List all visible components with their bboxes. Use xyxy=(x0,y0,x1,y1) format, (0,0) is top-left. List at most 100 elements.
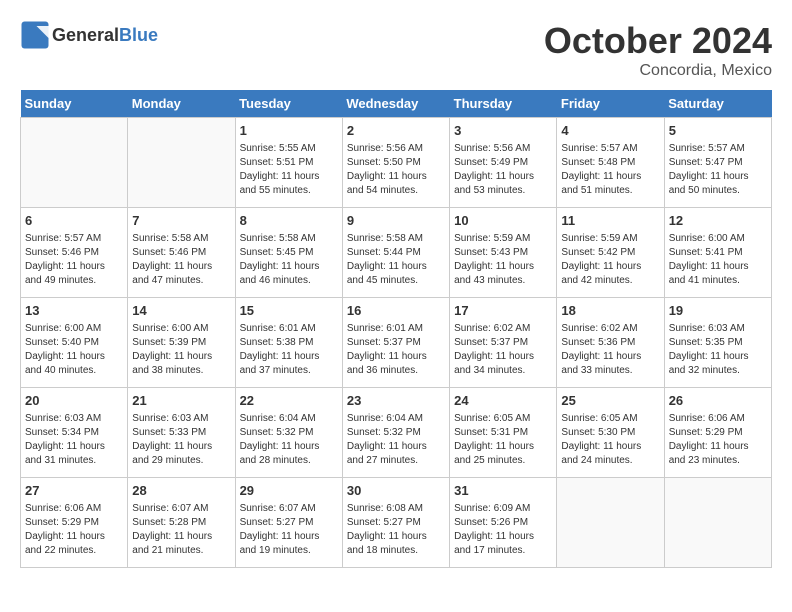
day-number: 3 xyxy=(454,122,552,140)
day-info: Sunrise: 6:00 AM Sunset: 5:40 PM Dayligh… xyxy=(25,322,123,378)
day-number: 17 xyxy=(454,302,552,320)
day-info: Sunrise: 5:58 AM Sunset: 5:45 PM Dayligh… xyxy=(240,232,338,288)
calendar-cell: 2Sunrise: 5:56 AM Sunset: 5:50 PM Daylig… xyxy=(342,118,449,208)
weekday-header: Friday xyxy=(557,90,664,118)
calendar-week-row: 1 Sunrise: 5:55 AM Sunset: 5:51 PM Daylig… xyxy=(21,118,772,208)
weekday-header: Tuesday xyxy=(235,90,342,118)
calendar-cell: 27Sunrise: 6:06 AM Sunset: 5:29 PM Dayli… xyxy=(21,478,128,568)
day-number: 7 xyxy=(132,212,230,230)
day-number: 4 xyxy=(561,122,659,140)
day-info: Sunrise: 5:59 AM Sunset: 5:42 PM Dayligh… xyxy=(561,232,659,288)
day-number: 16 xyxy=(347,302,445,320)
day-number: 14 xyxy=(132,302,230,320)
day-number: 18 xyxy=(561,302,659,320)
day-info: Sunrise: 5:58 AM Sunset: 5:46 PM Dayligh… xyxy=(132,232,230,288)
day-info: Sunrise: 6:01 AM Sunset: 5:38 PM Dayligh… xyxy=(240,322,338,378)
calendar-cell xyxy=(128,118,235,208)
day-info: Sunrise: 6:02 AM Sunset: 5:36 PM Dayligh… xyxy=(561,322,659,378)
day-info: Sunrise: 6:04 AM Sunset: 5:32 PM Dayligh… xyxy=(240,412,338,468)
day-info: Sunrise: 6:06 AM Sunset: 5:29 PM Dayligh… xyxy=(669,412,767,468)
weekday-header: Saturday xyxy=(664,90,771,118)
weekday-header: Sunday xyxy=(21,90,128,118)
calendar-cell: 12 Sunrise: 6:00 AM Sunset: 5:41 PM Dayli… xyxy=(664,208,771,298)
day-number: 29 xyxy=(240,482,338,500)
calendar-cell: 24Sunrise: 6:05 AM Sunset: 5:31 PM Dayli… xyxy=(450,388,557,478)
title-area: October 2024 Concordia, Mexico xyxy=(544,20,772,80)
day-info: Sunrise: 6:04 AM Sunset: 5:32 PM Dayligh… xyxy=(347,412,445,468)
calendar-cell: 11Sunrise: 5:59 AM Sunset: 5:42 PM Dayli… xyxy=(557,208,664,298)
day-info: Sunrise: 5:57 AM Sunset: 5:48 PM Dayligh… xyxy=(561,142,659,198)
day-number: 12 xyxy=(669,212,767,230)
calendar-week-row: 6Sunrise: 5:57 AM Sunset: 5:46 PM Daylig… xyxy=(21,208,772,298)
calendar-cell: 20Sunrise: 6:03 AM Sunset: 5:34 PM Dayli… xyxy=(21,388,128,478)
day-number: 15 xyxy=(240,302,338,320)
calendar-cell: 13 Sunrise: 6:00 AM Sunset: 5:40 PM Dayli… xyxy=(21,298,128,388)
calendar-cell: 7 Sunrise: 5:58 AM Sunset: 5:46 PM Daylig… xyxy=(128,208,235,298)
day-number: 21 xyxy=(132,392,230,410)
day-info: Sunrise: 5:58 AM Sunset: 5:44 PM Dayligh… xyxy=(347,232,445,288)
day-info: Sunrise: 5:56 AM Sunset: 5:49 PM Dayligh… xyxy=(454,142,552,198)
day-info: Sunrise: 6:07 AM Sunset: 5:28 PM Dayligh… xyxy=(132,502,230,558)
calendar-cell: 31 Sunrise: 6:09 AM Sunset: 5:26 PM Dayli… xyxy=(450,478,557,568)
day-number: 23 xyxy=(347,392,445,410)
calendar-cell: 9 Sunrise: 5:58 AM Sunset: 5:44 PM Daylig… xyxy=(342,208,449,298)
day-number: 30 xyxy=(347,482,445,500)
day-number: 19 xyxy=(669,302,767,320)
day-number: 1 xyxy=(240,122,338,140)
day-info: Sunrise: 6:00 AM Sunset: 5:39 PM Dayligh… xyxy=(132,322,230,378)
day-info: Sunrise: 6:06 AM Sunset: 5:29 PM Dayligh… xyxy=(25,502,123,558)
calendar-cell: 14 Sunrise: 6:00 AM Sunset: 5:39 PM Dayli… xyxy=(128,298,235,388)
calendar-cell: 15 Sunrise: 6:01 AM Sunset: 5:38 PM Dayli… xyxy=(235,298,342,388)
day-info: Sunrise: 6:01 AM Sunset: 5:37 PM Dayligh… xyxy=(347,322,445,378)
day-number: 8 xyxy=(240,212,338,230)
day-number: 22 xyxy=(240,392,338,410)
day-number: 28 xyxy=(132,482,230,500)
calendar-cell: 17Sunrise: 6:02 AM Sunset: 5:37 PM Dayli… xyxy=(450,298,557,388)
day-number: 6 xyxy=(25,212,123,230)
day-info: Sunrise: 5:57 AM Sunset: 5:47 PM Dayligh… xyxy=(669,142,767,198)
day-number: 26 xyxy=(669,392,767,410)
day-info: Sunrise: 6:09 AM Sunset: 5:26 PM Dayligh… xyxy=(454,502,552,558)
day-info: Sunrise: 5:55 AM Sunset: 5:51 PM Dayligh… xyxy=(240,142,338,198)
day-info: Sunrise: 6:07 AM Sunset: 5:27 PM Dayligh… xyxy=(240,502,338,558)
day-number: 5 xyxy=(669,122,767,140)
day-number: 10 xyxy=(454,212,552,230)
logo-text: GeneralBlue xyxy=(52,25,158,46)
day-number: 25 xyxy=(561,392,659,410)
calendar-cell: 1 Sunrise: 5:55 AM Sunset: 5:51 PM Daylig… xyxy=(235,118,342,208)
day-number: 24 xyxy=(454,392,552,410)
calendar-table: SundayMondayTuesdayWednesdayThursdayFrid… xyxy=(20,90,772,568)
calendar-cell: 25Sunrise: 6:05 AM Sunset: 5:30 PM Dayli… xyxy=(557,388,664,478)
calendar-week-row: 20Sunrise: 6:03 AM Sunset: 5:34 PM Dayli… xyxy=(21,388,772,478)
day-info: Sunrise: 6:00 AM Sunset: 5:41 PM Dayligh… xyxy=(669,232,767,288)
calendar-week-row: 27Sunrise: 6:06 AM Sunset: 5:29 PM Dayli… xyxy=(21,478,772,568)
page-header: GeneralBlue October 2024 Concordia, Mexi… xyxy=(20,20,772,80)
logo: GeneralBlue xyxy=(20,20,158,50)
day-info: Sunrise: 5:59 AM Sunset: 5:43 PM Dayligh… xyxy=(454,232,552,288)
calendar-cell xyxy=(557,478,664,568)
day-number: 31 xyxy=(454,482,552,500)
day-number: 9 xyxy=(347,212,445,230)
day-info: Sunrise: 6:03 AM Sunset: 5:33 PM Dayligh… xyxy=(132,412,230,468)
day-number: 13 xyxy=(25,302,123,320)
day-info: Sunrise: 6:08 AM Sunset: 5:27 PM Dayligh… xyxy=(347,502,445,558)
calendar-cell: 22 Sunrise: 6:04 AM Sunset: 5:32 PM Dayli… xyxy=(235,388,342,478)
calendar-cell: 10 Sunrise: 5:59 AM Sunset: 5:43 PM Dayli… xyxy=(450,208,557,298)
day-info: Sunrise: 6:03 AM Sunset: 5:34 PM Dayligh… xyxy=(25,412,123,468)
day-info: Sunrise: 5:56 AM Sunset: 5:50 PM Dayligh… xyxy=(347,142,445,198)
calendar-cell: 26 Sunrise: 6:06 AM Sunset: 5:29 PM Dayli… xyxy=(664,388,771,478)
calendar-cell: 19 Sunrise: 6:03 AM Sunset: 5:35 PM Dayli… xyxy=(664,298,771,388)
calendar-cell: 21 Sunrise: 6:03 AM Sunset: 5:33 PM Dayli… xyxy=(128,388,235,478)
calendar-cell: 4 Sunrise: 5:57 AM Sunset: 5:48 PM Daylig… xyxy=(557,118,664,208)
location: Concordia, Mexico xyxy=(544,62,772,80)
calendar-cell: 30 Sunrise: 6:08 AM Sunset: 5:27 PM Dayli… xyxy=(342,478,449,568)
calendar-cell: 23 Sunrise: 6:04 AM Sunset: 5:32 PM Dayli… xyxy=(342,388,449,478)
weekday-header: Monday xyxy=(128,90,235,118)
month-title: October 2024 xyxy=(544,20,772,62)
weekday-header: Wednesday xyxy=(342,90,449,118)
calendar-cell: 28 Sunrise: 6:07 AM Sunset: 5:28 PM Dayli… xyxy=(128,478,235,568)
calendar-cell: 29 Sunrise: 6:07 AM Sunset: 5:27 PM Dayli… xyxy=(235,478,342,568)
calendar-cell: 6Sunrise: 5:57 AM Sunset: 5:46 PM Daylig… xyxy=(21,208,128,298)
weekday-header-row: SundayMondayTuesdayWednesdayThursdayFrid… xyxy=(21,90,772,118)
day-info: Sunrise: 6:03 AM Sunset: 5:35 PM Dayligh… xyxy=(669,322,767,378)
